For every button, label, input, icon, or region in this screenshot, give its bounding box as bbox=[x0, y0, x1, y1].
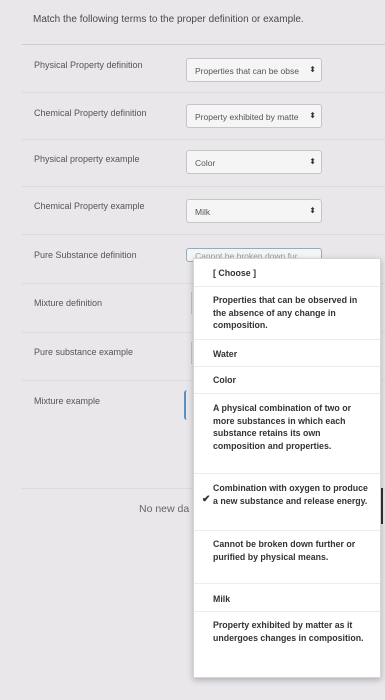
select-caret-icon: ⬍ bbox=[309, 157, 316, 166]
option-divider bbox=[194, 339, 380, 340]
select-dropdown-menu: [ Choose ] Properties that can be observ… bbox=[193, 258, 381, 678]
dropdown-option-choose[interactable]: [ Choose ] bbox=[194, 267, 380, 280]
select-mixture-definition[interactable] bbox=[191, 292, 192, 314]
row-label-mixture-example: Mixture example bbox=[34, 396, 101, 406]
dropdown-option[interactable]: A physical combination of two or more su… bbox=[194, 402, 380, 452]
select-value: Properties that can be obse bbox=[195, 66, 299, 76]
select-physical-property-example[interactable]: Color ⬍ bbox=[186, 150, 322, 174]
row-label-pure-substance-example: Pure substance example bbox=[34, 347, 134, 357]
dropdown-option-selected[interactable]: ✔ Combination with oxygen to produce a n… bbox=[194, 482, 380, 507]
question-prompt: Match the following terms to the proper … bbox=[33, 14, 304, 25]
row-divider bbox=[22, 92, 385, 93]
option-divider bbox=[194, 583, 380, 584]
quiz-page: Match the following terms to the proper … bbox=[0, 0, 385, 700]
row-label-chemical-property-example: Chemical Property example bbox=[34, 201, 145, 211]
select-physical-property-definition[interactable]: Properties that can be obse ⬍ bbox=[186, 58, 322, 82]
row-label-physical-property-example: Physical property example bbox=[34, 154, 140, 164]
row-divider bbox=[22, 234, 385, 235]
option-divider bbox=[194, 530, 380, 531]
select-value: Milk bbox=[195, 207, 211, 217]
select-caret-icon: ⬍ bbox=[309, 111, 316, 120]
select-chemical-property-definition[interactable]: Property exhibited by matte ⬍ bbox=[186, 104, 322, 128]
option-divider bbox=[194, 286, 380, 287]
row-divider bbox=[22, 139, 385, 140]
dropdown-option[interactable]: Milk bbox=[194, 593, 380, 606]
divider bbox=[22, 44, 385, 45]
select-caret-icon: ⬍ bbox=[309, 65, 316, 74]
option-divider bbox=[194, 473, 380, 474]
row-label-pure-substance-definition: Pure Substance definition bbox=[34, 250, 137, 260]
dropdown-option[interactable]: Color bbox=[194, 374, 380, 387]
select-value: Color bbox=[195, 158, 216, 168]
dropdown-option[interactable]: Properties that can be observed in the a… bbox=[194, 294, 380, 332]
select-value: Property exhibited by matte bbox=[195, 112, 299, 122]
row-label-physical-property-definition: Physical Property definition bbox=[34, 60, 143, 70]
select-caret-icon: ⬍ bbox=[309, 206, 316, 215]
option-divider bbox=[194, 393, 380, 394]
dropdown-option[interactable]: Cannot be broken down further or purifie… bbox=[194, 538, 380, 563]
dropdown-option-label: Combination with oxygen to produce a new… bbox=[213, 483, 368, 506]
dropdown-option[interactable]: Water bbox=[194, 348, 380, 361]
select-pure-substance-example[interactable] bbox=[191, 342, 192, 364]
row-label-chemical-property-definition: Chemical Property definition bbox=[34, 108, 147, 118]
checkmark-icon: ✔ bbox=[202, 494, 211, 505]
row-label-mixture-definition: Mixture definition bbox=[34, 298, 103, 308]
row-divider bbox=[22, 186, 385, 187]
dropdown-option[interactable]: Property exhibited by matter as it under… bbox=[194, 619, 380, 644]
select-mixture-example[interactable] bbox=[184, 390, 189, 420]
no-new-data-text: No new da bbox=[139, 503, 190, 515]
select-chemical-property-example[interactable]: Milk ⬍ bbox=[186, 199, 322, 223]
option-divider bbox=[194, 366, 380, 367]
option-divider bbox=[194, 611, 380, 612]
